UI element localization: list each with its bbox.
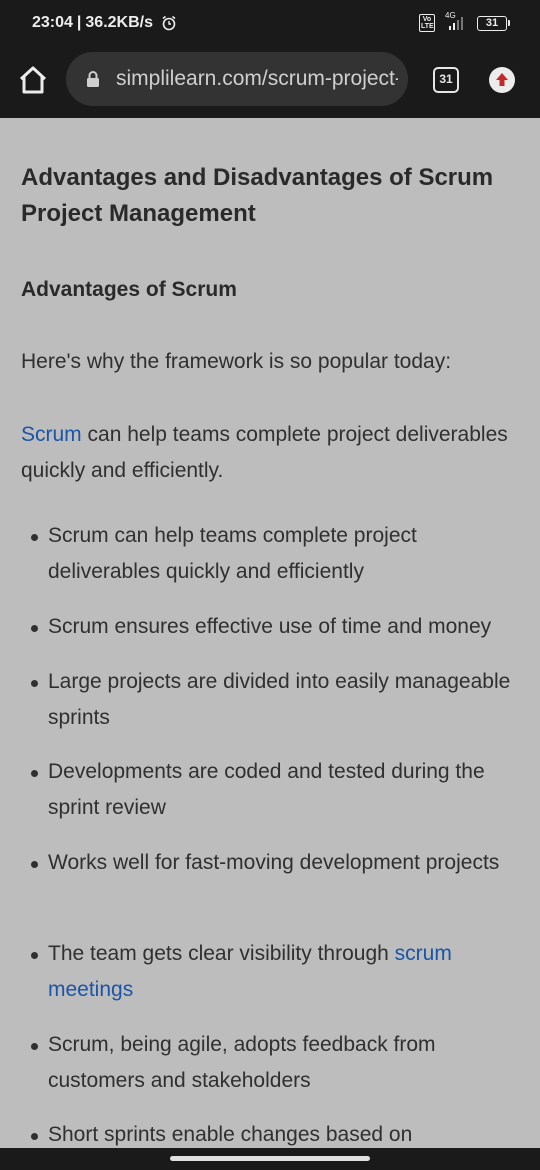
scrum-paragraph-text: can help teams complete project delivera… [21, 423, 508, 482]
lock-icon [87, 71, 99, 87]
signal-icon: 4G [443, 11, 469, 31]
upgrade-icon [496, 73, 508, 86]
status-bar: 23:04 | 36.2KB/s Vo LTE 4G 31 [0, 0, 540, 50]
alarm-clock-icon [162, 15, 176, 31]
list-item: Scrum ensures effective use of time and … [31, 609, 518, 645]
status-left: 23:04 | 36.2KB/s [32, 14, 177, 32]
browser-toolbar: simplilearn.com/scrum-project-management… [0, 50, 540, 118]
battery-level: 31 [477, 15, 507, 31]
article-content: Advantages and Disadvantages of Scrum Pr… [0, 118, 540, 1148]
network-speed: 36.2KB/s [85, 14, 153, 31]
list-item-text: The team gets clear visibility through [48, 942, 395, 965]
list-item: Scrum can help teams complete project de… [31, 518, 518, 590]
section-heading: Advantages of Scrum [21, 278, 237, 301]
status-right: Vo LTE 4G 31 [419, 11, 510, 32]
battery-tip [508, 20, 510, 26]
separator: | [76, 14, 82, 31]
intro-paragraph: Here's why the framework is so popular t… [21, 350, 452, 373]
gesture-handle[interactable] [170, 1156, 370, 1161]
list-item: Scrum, being agile, adopts feedback from… [31, 1027, 518, 1099]
list-item: The team gets clear visibility through s… [31, 936, 518, 1008]
volte-icon: Vo LTE [419, 14, 435, 32]
url-text[interactable]: simplilearn.com/scrum-project-management [116, 67, 398, 91]
list-item: Short sprints enable changes based on [31, 1117, 518, 1148]
tabs-icon[interactable]: 31 [433, 67, 459, 93]
url-bar[interactable]: simplilearn.com/scrum-project-management [66, 52, 408, 106]
battery-icon: 31 [477, 15, 510, 31]
list-item: Large projects are divided into easily m… [31, 664, 518, 736]
article-heading: Advantages and Disadvantages of Scrum Pr… [21, 164, 494, 227]
home-icon[interactable] [17, 64, 49, 96]
list-item: Works well for fast-moving development p… [31, 845, 518, 881]
list-item: Developments are coded and tested during… [31, 754, 518, 826]
clock-time: 23:04 [32, 14, 73, 31]
navigation-bar [0, 1148, 540, 1170]
upgrade-button[interactable] [489, 67, 515, 93]
scrum-link[interactable]: Scrum [21, 423, 82, 446]
scrum-paragraph: Scrum can help teams complete project de… [21, 417, 521, 489]
